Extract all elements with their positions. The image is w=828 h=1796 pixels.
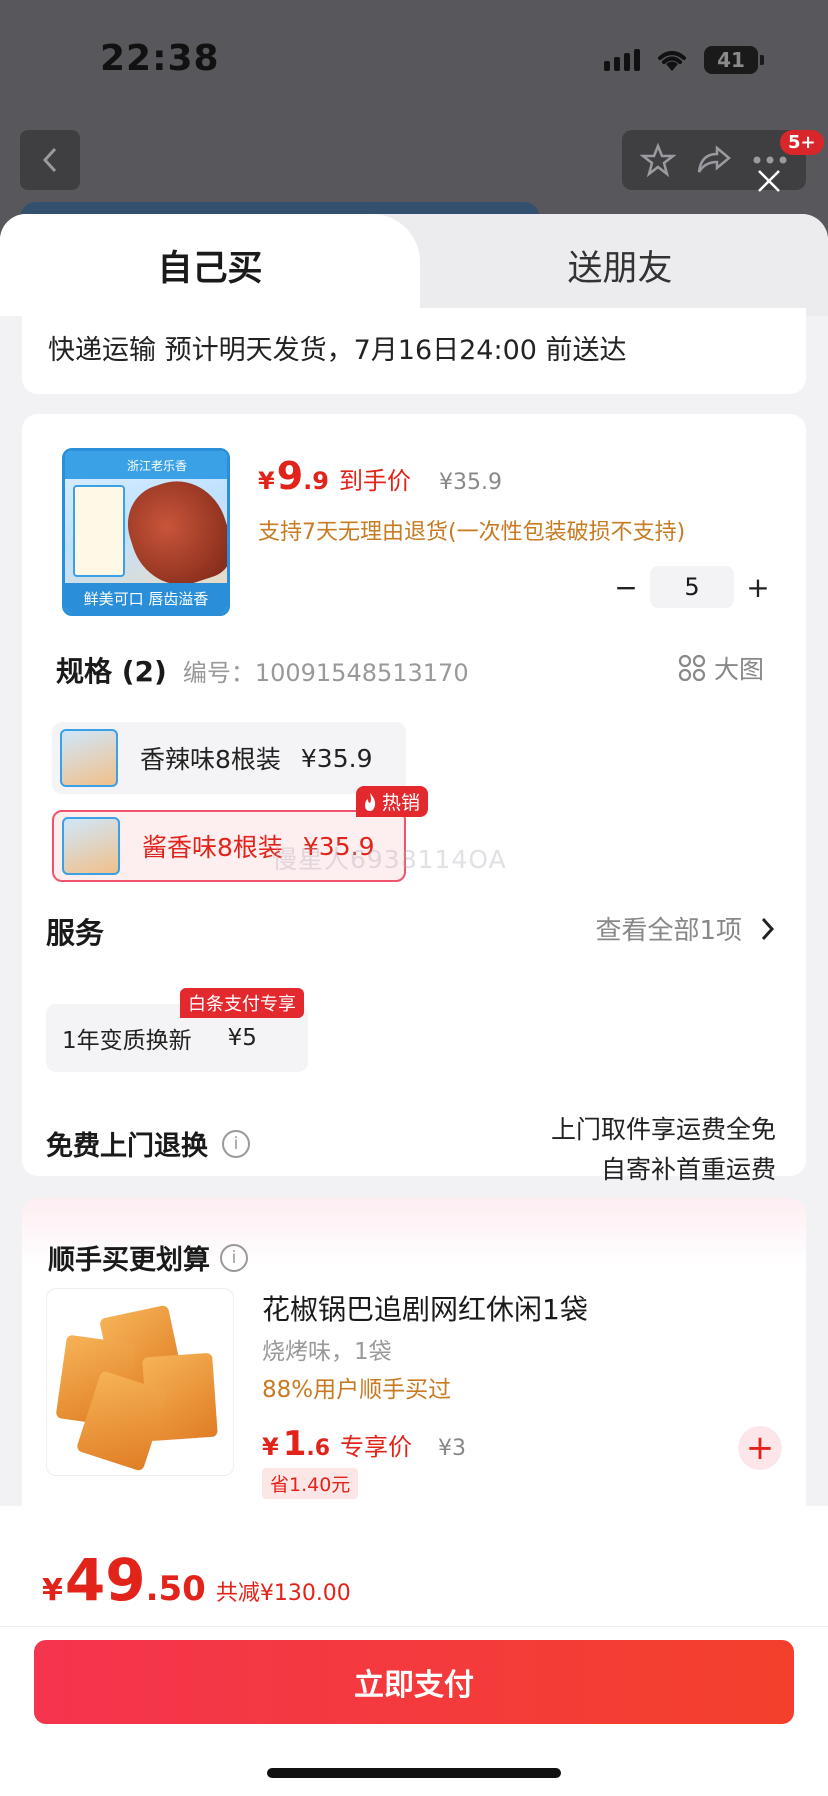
big-picture-label: 大图 — [713, 655, 764, 684]
total-discount: 共减¥130.00 — [215, 1581, 351, 1606]
service-title: 服务 — [46, 916, 105, 950]
pay-now-button[interactable]: 立即支付 — [34, 1640, 794, 1724]
addon-spec: 烧烤味，1袋 — [262, 1339, 392, 1365]
hot-sale-badge: 热销 — [356, 786, 429, 817]
product-code: 编号：10091548513170 — [182, 658, 469, 687]
service-view-all[interactable]: 查看全部1项 — [595, 910, 776, 947]
free-return-desc: 上门取件享运费全免 自寄补首重运费 — [551, 1110, 776, 1190]
quantity-input[interactable]: 5 — [650, 566, 734, 608]
shipping-text: 快递运输 预计明天发货，7月16日24:00 前送达 — [48, 335, 627, 366]
share-icon[interactable] — [695, 144, 733, 176]
addon-add-button[interactable]: + — [738, 1426, 782, 1470]
cart-badge: 5+ — [780, 130, 824, 155]
quantity-stepper: − 5 + — [602, 566, 782, 608]
total-symbol: ¥ — [42, 1573, 63, 1608]
spec-option-image — [62, 817, 120, 875]
info-icon[interactable]: i — [222, 1129, 250, 1158]
addon-image[interactable] — [46, 1288, 234, 1476]
free-return-line1: 上门取件享运费全免 — [550, 1115, 776, 1144]
hot-sale-label: 热销 — [382, 792, 421, 814]
product-image-pack — [73, 485, 125, 577]
service-view-all-label: 查看全部1项 — [595, 916, 742, 946]
checkout-footer: ¥ 49 .50 共减¥130.00 立即支付 — [0, 1506, 828, 1796]
spec-title: 规格 (2) — [56, 655, 167, 688]
product-price: ¥ 9 .9 到手价 ¥35.9 — [258, 454, 502, 498]
total-price: ¥ 49 .50 共减¥130.00 — [42, 1546, 351, 1614]
addon-price-label: 专享价 — [340, 1433, 413, 1461]
info-icon[interactable]: i — [220, 1243, 248, 1272]
product-image[interactable]: 浙江老乐香 鲜美可口 唇齿溢香 — [62, 448, 230, 616]
addon-price-symbol: ¥ — [262, 1433, 279, 1461]
star-icon[interactable] — [639, 142, 676, 178]
product-image-brand: 浙江老乐香 — [65, 451, 227, 479]
product-image-food — [117, 468, 227, 598]
tab-bar: 自己买 送朋友 — [0, 214, 828, 316]
addon-name[interactable]: 花椒锅巴追剧网红休闲1袋 — [262, 1288, 588, 1328]
total-integer: 49 — [64, 1546, 146, 1614]
spec-header: 规格 (2) 编号：10091548513170 大图 — [56, 650, 786, 690]
home-indicator — [267, 1768, 561, 1778]
tab-buy-self[interactable]: 自己买 — [0, 214, 420, 316]
wifi-icon — [658, 51, 686, 71]
addon-title-label: 顺手买更划算 — [48, 1245, 210, 1276]
spec-option-image — [60, 729, 118, 787]
battery-icon: 41 — [704, 46, 764, 74]
product-card: 浙江老乐香 鲜美可口 唇齿溢香 ¥ 9 .9 到手价 ¥35.9 支持7天无理由… — [22, 414, 806, 1184]
big-picture-button[interactable]: 大图 — [678, 650, 764, 686]
purchase-sheet: 自己买 送朋友 快递运输 预计明天发货，7月16日24:00 前送达 浙江老乐香… — [0, 214, 828, 1796]
service-item-name: 1年变质换新 — [62, 1028, 192, 1054]
addon-price-decimal: .6 — [306, 1436, 331, 1461]
status-icons: 41 — [604, 46, 764, 74]
spec-option-name: 香辣味8根装 — [140, 745, 281, 774]
back-button[interactable] — [20, 130, 80, 190]
addon-original-price: ¥3 — [438, 1436, 467, 1461]
service-item-price: ¥5 — [227, 1025, 257, 1051]
original-price: ¥35.9 — [438, 470, 502, 495]
addon-card: 顺手买更划算 i 花椒锅巴追剧网红休闲1袋 烧烤味，1袋 88%用户顺手买过 ¥… — [22, 1198, 806, 1538]
addon-save-badge: 省1.40元 — [262, 1468, 359, 1499]
close-button[interactable] — [752, 164, 786, 198]
product-image-slogan: 鲜美可口 唇齿溢香 — [65, 583, 227, 613]
grid-icon — [678, 654, 706, 682]
battery-level: 41 — [717, 48, 745, 72]
footer-divider — [0, 1626, 828, 1627]
status-time: 22:38 — [100, 38, 220, 79]
spec-option-price: ¥35.9 — [300, 743, 373, 773]
free-return-title: 免费上门退换 i — [46, 1124, 250, 1163]
signal-icon — [604, 49, 640, 71]
chevron-right-icon — [761, 917, 775, 940]
chevron-left-icon — [42, 147, 57, 173]
addon-title: 顺手买更划算 i — [48, 1238, 248, 1277]
spec-option-name: 酱香味8根装 — [142, 833, 283, 862]
quantity-plus-button[interactable]: + — [734, 567, 782, 607]
total-decimal: .50 — [145, 1569, 206, 1609]
price-label: 到手价 — [338, 467, 411, 495]
free-return-label: 免费上门退换 — [46, 1131, 208, 1162]
spec-option-spicy[interactable]: 香辣味8根装 ¥35.9 — [52, 722, 406, 794]
service-header: 服务 查看全部1项 — [46, 904, 806, 954]
quantity-minus-button[interactable]: − — [602, 567, 650, 607]
price-integer: 9 — [276, 454, 304, 498]
close-icon — [758, 170, 780, 192]
tab-gift-friend[interactable]: 送朋友 — [440, 214, 800, 316]
watermark-text: 慢星人6938114OA — [272, 845, 507, 874]
addon-price-integer: 1 — [282, 1424, 307, 1464]
addon-rate: 88%用户顺手买过 — [262, 1377, 452, 1403]
shipping-info: 快递运输 预计明天发货，7月16日24:00 前送达 — [22, 308, 806, 394]
service-item-tag: 白条支付专享 — [180, 988, 304, 1018]
price-decimal: .9 — [303, 467, 329, 495]
free-return-line2: 自寄补首重运费 — [600, 1155, 776, 1184]
flame-icon — [365, 792, 376, 811]
price-symbol: ¥ — [258, 467, 275, 495]
addon-price: ¥ 1 .6 专享价 ¥3 — [262, 1424, 466, 1464]
return-policy: 支持7天无理由退货(一次性包装破损不支持) — [258, 520, 686, 545]
